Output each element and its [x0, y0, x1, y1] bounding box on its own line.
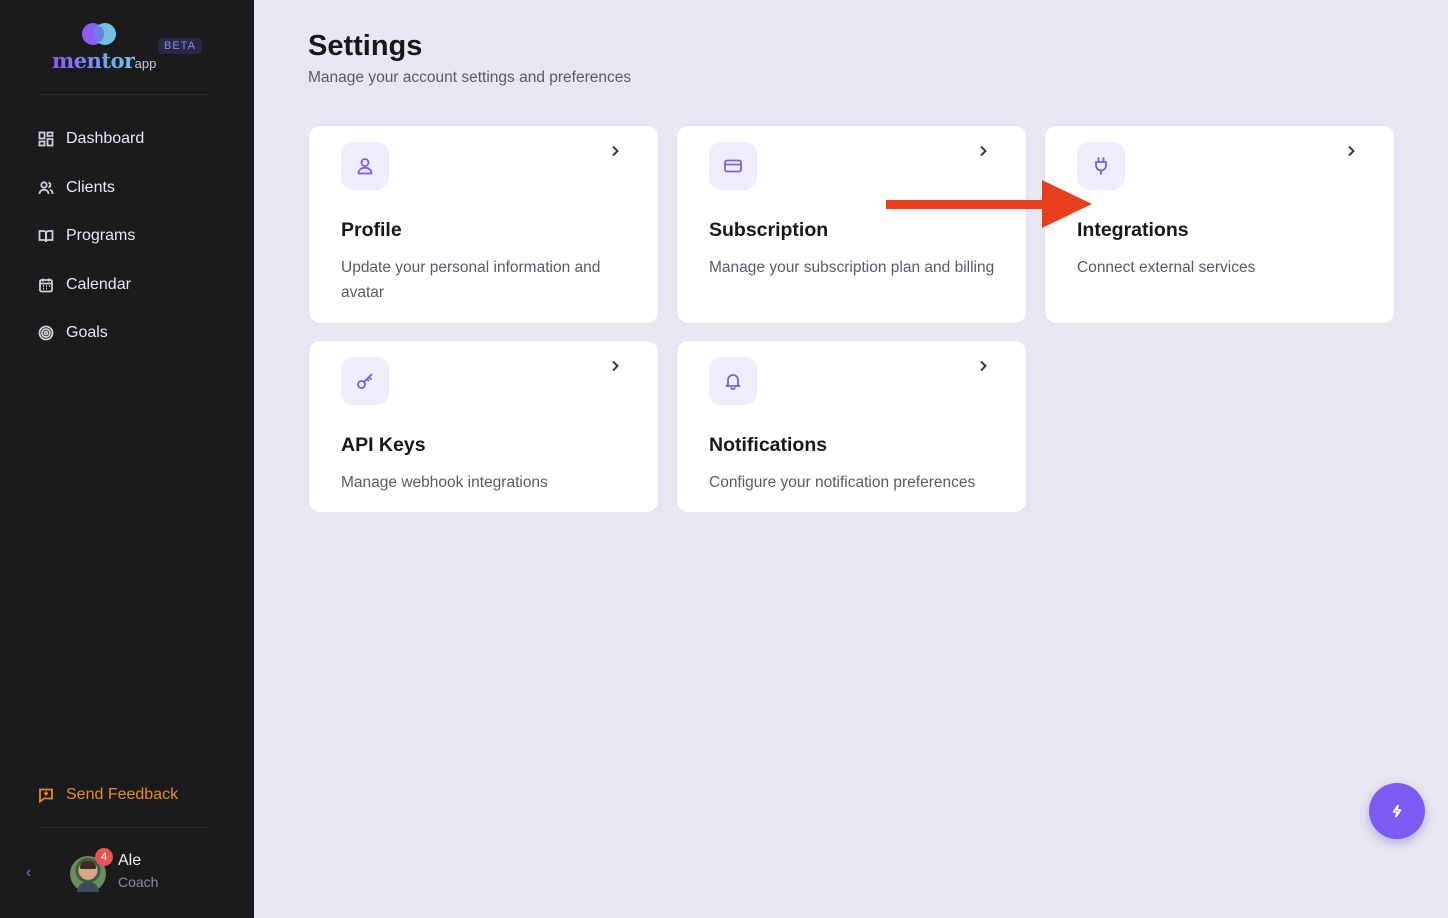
- sidebar-item-goals[interactable]: Goals: [0, 309, 254, 358]
- sidebar-item-label: Dashboard: [66, 130, 145, 148]
- card-title: Integrations: [1077, 219, 1189, 241]
- card-description: Connect external services: [1077, 259, 1256, 276]
- page-subtitle: Manage your account settings and prefere…: [308, 69, 632, 86]
- sidebar-item-label: Calendar: [66, 275, 131, 293]
- settings-card-notifications[interactable]: Notifications Configure your notificatio…: [676, 340, 1027, 513]
- dashboard-icon: [38, 131, 54, 147]
- sidebar: mentorapp BETA Dashboard Clients Program…: [0, 0, 254, 918]
- annotation-arrow: [886, 180, 1092, 228]
- chevron-right-icon: [976, 144, 990, 158]
- target-icon: [38, 325, 54, 341]
- sidebar-item-label: Goals: [66, 324, 108, 342]
- users-icon: [38, 180, 54, 196]
- user-profile[interactable]: ‹ 4 Ale Coach: [0, 848, 254, 898]
- card-title: Notifications: [709, 434, 828, 456]
- calendar-icon: [38, 277, 54, 293]
- sidebar-divider: [38, 94, 208, 95]
- sidebar-item-dashboard[interactable]: Dashboard: [0, 115, 254, 164]
- logo-mark-icon: [82, 22, 118, 46]
- send-feedback-button[interactable]: Send Feedback: [38, 786, 178, 804]
- chevron-left-icon[interactable]: ‹: [26, 864, 31, 882]
- book-icon: [38, 228, 54, 244]
- bell-icon: [709, 357, 757, 405]
- card-description: Manage your subscription plan and billin…: [709, 259, 995, 276]
- sidebar-item-clients[interactable]: Clients: [0, 164, 254, 213]
- logo-suffix: app: [134, 56, 157, 71]
- chevron-right-icon: [976, 359, 990, 373]
- card-description: Manage webhook integrations: [341, 474, 548, 491]
- card-description: Update your personal information and ava…: [341, 259, 601, 301]
- settings-card-api-keys[interactable]: API Keys Manage webhook integrations: [308, 340, 659, 513]
- card-title: Profile: [341, 219, 402, 241]
- chevron-right-icon: [1344, 144, 1358, 158]
- page-title: Settings: [308, 30, 423, 62]
- sidebar-item-label: Programs: [66, 227, 136, 245]
- lightning-icon: [1392, 804, 1402, 818]
- feedback-icon: [39, 788, 53, 803]
- chevron-right-icon: [608, 359, 622, 373]
- app-logo[interactable]: mentorapp: [52, 22, 156, 73]
- settings-card-integrations[interactable]: Integrations Connect external services: [1044, 125, 1395, 324]
- notification-badge: 4: [95, 848, 113, 866]
- card-description: Configure your notification preferences: [709, 474, 976, 491]
- settings-card-profile[interactable]: Profile Update your personal information…: [308, 125, 659, 324]
- user-role: Coach: [118, 874, 159, 890]
- sidebar-item-programs[interactable]: Programs: [0, 212, 254, 261]
- logo-text: mentor: [52, 48, 135, 73]
- sidebar-divider: [38, 827, 208, 828]
- credit-card-icon: [709, 142, 757, 190]
- sidebar-nav: Dashboard Clients Programs Calendar Goal…: [0, 115, 254, 358]
- user-icon: [341, 142, 389, 190]
- sidebar-item-label: Clients: [66, 178, 115, 196]
- quick-action-button[interactable]: [1369, 783, 1425, 839]
- beta-badge: BETA: [158, 38, 202, 54]
- sidebar-item-calendar[interactable]: Calendar: [0, 261, 254, 310]
- user-name: Ale: [118, 852, 142, 869]
- key-icon: [341, 357, 389, 405]
- card-title: API Keys: [341, 434, 426, 456]
- card-title: Subscription: [709, 219, 829, 241]
- send-feedback-label: Send Feedback: [66, 786, 179, 803]
- chevron-right-icon: [608, 144, 622, 158]
